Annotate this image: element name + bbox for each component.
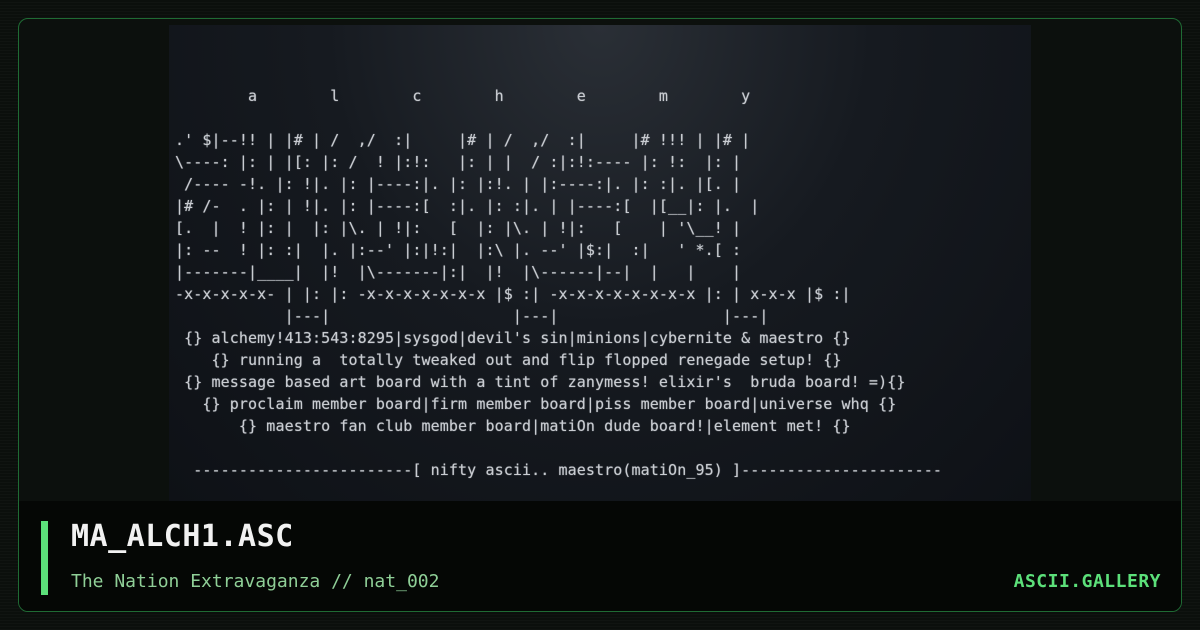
artwork-title: MA_ALCH1.ASC	[71, 519, 294, 554]
artwork-subtitle: The Nation Extravaganza // nat_002	[71, 571, 440, 592]
ascii-art-preview: a l c h e m y .' $|--!! | |# | / ,/ :| |…	[169, 25, 1031, 501]
ascii-art-text: a l c h e m y .' $|--!! | |# | / ,/ :| |…	[175, 87, 942, 479]
card-footer: MA_ALCH1.ASC The Nation Extravaganza // …	[19, 501, 1181, 611]
site-brand: ASCII.GALLERY	[1013, 571, 1161, 592]
artwork-card: a l c h e m y .' $|--!! | |# | / ,/ :| |…	[18, 18, 1182, 612]
accent-bar	[41, 521, 48, 595]
